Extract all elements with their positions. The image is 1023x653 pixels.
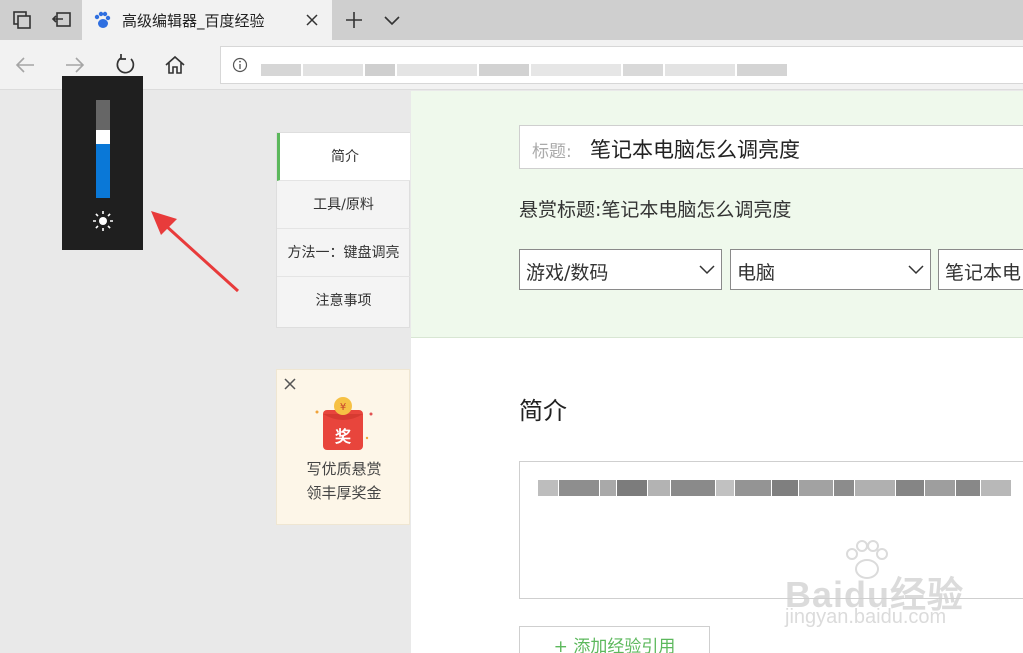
obscured-intro-text	[538, 480, 1023, 496]
navigation-bar	[0, 40, 1023, 90]
reward-title-label: 悬赏标题:	[519, 199, 602, 221]
set-aside-tabs-icon[interactable]	[50, 8, 74, 32]
title-value[interactable]: 笔记本电脑怎么调亮度	[590, 134, 800, 164]
site-info-icon[interactable]	[232, 57, 248, 73]
red-packet-icon: ¥ 奖	[315, 397, 373, 450]
tab-preview-icon[interactable]	[10, 8, 34, 32]
tab-list-chevron-icon[interactable]	[380, 8, 404, 32]
meta-panel: 标题: 笔记本电脑怎么调亮度 悬赏标题:笔记本电脑怎么调亮度 游戏/数码 电脑 …	[411, 91, 1023, 338]
obscured-url	[261, 61, 821, 76]
title-label: 标题:	[532, 142, 572, 162]
brightness-slider-thumb[interactable]	[96, 130, 110, 144]
new-tab-icon[interactable]	[342, 8, 366, 32]
brightness-slider[interactable]	[96, 100, 110, 198]
close-icon[interactable]	[282, 376, 298, 392]
category-select-3[interactable]: 笔记本电	[938, 249, 1023, 290]
address-bar[interactable]	[220, 46, 1023, 84]
refresh-icon[interactable]	[112, 52, 138, 78]
close-tab-icon[interactable]	[302, 10, 322, 30]
toc-item-intro[interactable]: 简介	[277, 133, 410, 181]
category-select-1[interactable]: 游戏/数码	[519, 249, 722, 290]
home-icon[interactable]	[162, 52, 188, 78]
watermark-url: jingyan.baidu.com	[785, 606, 947, 628]
reward-title: 悬赏标题:笔记本电脑怎么调亮度	[519, 195, 791, 222]
tab-title: 高级编辑器_百度经验	[122, 12, 265, 30]
category-select-1-value: 游戏/数码	[526, 262, 609, 284]
red-annotation-arrow	[151, 211, 240, 293]
brightness-flyout	[62, 76, 143, 250]
category-select-2[interactable]: 电脑	[730, 249, 931, 290]
forward-icon[interactable]	[62, 52, 88, 78]
table-of-contents: 简介 工具/原料 方法一：键盘调亮 注意事项	[276, 132, 410, 328]
baidu-jingyan-watermark: Baidu经验 jingyan.baidu.com	[785, 540, 1005, 640]
toc-item-tools[interactable]: 工具/原料	[277, 181, 410, 229]
promo-line-1: 写优质悬赏	[306, 460, 382, 478]
back-icon[interactable]	[12, 52, 38, 78]
brightness-sun-icon	[93, 211, 113, 231]
reward-promo-card[interactable]: ¥ 奖 写优质悬赏 领丰厚奖金	[276, 369, 410, 525]
toc-item-method1[interactable]: 方法一：键盘调亮	[277, 229, 410, 277]
toc-item-notes[interactable]: 注意事项	[277, 277, 410, 325]
promo-line-2: 领丰厚奖金	[306, 484, 382, 502]
svg-text:¥: ¥	[340, 402, 346, 413]
active-tab[interactable]: 高级编辑器_百度经验	[82, 0, 332, 40]
title-input[interactable]: 标题: 笔记本电脑怎么调亮度	[519, 125, 1023, 169]
reward-title-value: 笔记本电脑怎么调亮度	[601, 199, 792, 221]
red-packet-badge: 奖	[335, 427, 352, 446]
category-select-3-value: 笔记本电	[945, 262, 1022, 284]
baidu-paw-icon	[94, 11, 111, 28]
chevron-down-icon	[908, 265, 924, 275]
section-heading-intro: 简介	[519, 397, 567, 425]
category-select-2-value: 电脑	[737, 262, 776, 284]
tab-bar: 高级编辑器_百度经验	[0, 0, 1023, 40]
brightness-slider-fill	[96, 144, 110, 198]
add-reference-button[interactable]: + 添加经验引用	[519, 626, 710, 653]
chevron-down-icon	[699, 265, 715, 275]
